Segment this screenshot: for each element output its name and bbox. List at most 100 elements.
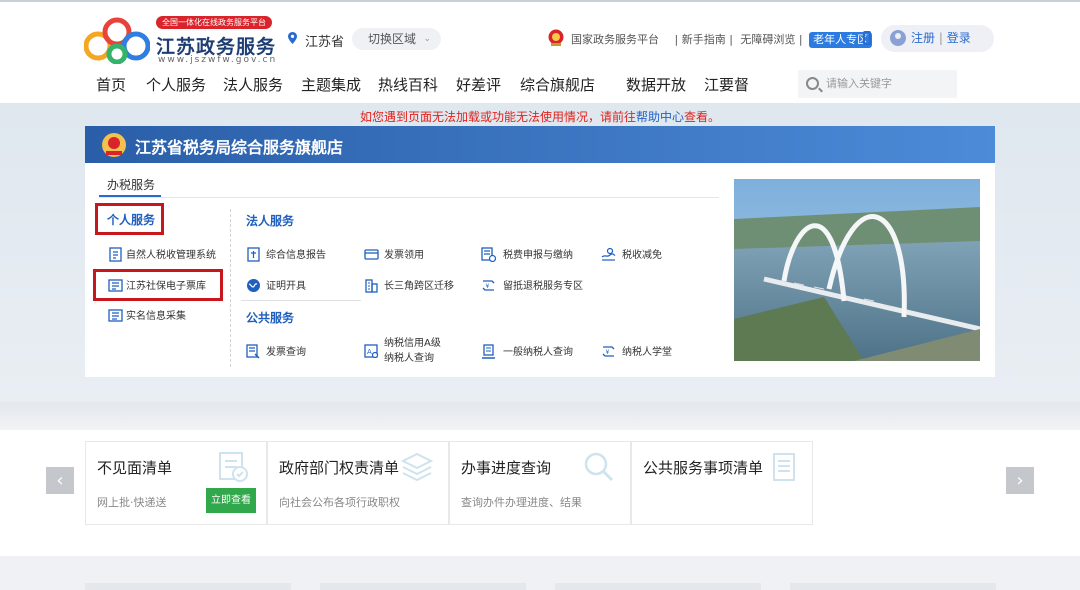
bottom-tile xyxy=(790,583,996,590)
account-box: 注册 | 登录 xyxy=(881,25,994,52)
card-progress-query[interactable]: 办事进度查询 查询办件办理进度、结果 xyxy=(449,441,631,525)
nav-home[interactable]: 首页 xyxy=(96,74,126,95)
column-divider xyxy=(230,209,231,367)
notice-suffix: 查看。 xyxy=(684,110,721,124)
legal-item-yangtze-migration[interactable]: 长三角跨区迁移 xyxy=(384,280,454,294)
account-links: 注册 | 登录 xyxy=(911,25,971,52)
tax-flagship-panel: 江苏省税务局综合服务旗舰店 办税服务 个人服务 自然人税收管理系统 江苏社保电子… xyxy=(85,126,995,377)
card-subtitle: 网上批·快递送 xyxy=(97,496,167,509)
legal-item-invoice-claim[interactable]: 发票领用 xyxy=(384,249,424,263)
page: 全国一体化在线政务服务平台 江苏政务服务 www.jszwfw.gov.cn 江… xyxy=(0,0,1080,590)
panel-header: 江苏省税务局综合服务旗舰店 xyxy=(85,126,995,163)
notice-prefix: 如您遇到页面无法加载或功能无法使用情况，请前往 xyxy=(359,110,636,124)
switch-region-label: 切换区域 xyxy=(368,32,417,46)
search-box[interactable]: 请输入关键字 xyxy=(798,70,957,98)
nav-review[interactable]: 好差评 xyxy=(456,74,501,95)
search-icon[interactable] xyxy=(806,77,819,90)
layers-icon xyxy=(400,452,434,482)
view-now-button[interactable]: 立即查看 xyxy=(206,488,256,513)
declare-pay-icon xyxy=(481,247,496,262)
document-icon xyxy=(109,247,122,262)
form-icon xyxy=(108,309,123,322)
public-item-invoice-query[interactable]: 发票查询 xyxy=(266,346,306,360)
legal-item-info-report[interactable]: 综合信息报告 xyxy=(266,249,326,263)
bottom-tile xyxy=(85,583,291,590)
nav-hotline[interactable]: 热线百科 xyxy=(378,74,438,95)
login-link[interactable]: 登录 xyxy=(947,31,971,45)
carousel-prev-button[interactable]: ‹ xyxy=(46,467,74,494)
mobile-icon[interactable] xyxy=(863,31,871,45)
refund-icon: ¥ xyxy=(482,280,495,291)
nav-themes[interactable]: 主题集成 xyxy=(301,74,361,95)
nav-open-data[interactable]: 数据开放 xyxy=(626,74,686,95)
nav-personal[interactable]: 个人服务 xyxy=(146,74,206,95)
legal-item-declare-pay[interactable]: 税费申报与缴纳 xyxy=(503,249,573,263)
card-subtitle: 查询办件办理进度、结果 xyxy=(461,496,582,509)
classroom-icon: ¥ xyxy=(602,346,615,357)
panel-title: 江苏省税务局综合服务旗舰店 xyxy=(135,138,344,157)
notice-bar: 如您遇到页面无法加载或功能无法使用情况，请前往帮助中心查看。 xyxy=(0,108,1080,125)
personal-item-social-security[interactable]: 江苏社保电子票库 xyxy=(126,280,206,294)
public-services-title: 公共服务 xyxy=(246,311,295,325)
svg-text:¥: ¥ xyxy=(606,349,610,356)
taxpayer-query-icon xyxy=(482,344,495,359)
carousel-next-button[interactable]: › xyxy=(1006,467,1034,494)
legal-item-tax-relief[interactable]: 税收减免 xyxy=(622,249,662,263)
personal-item-realname[interactable]: 实名信息采集 xyxy=(126,310,186,324)
tab-divider xyxy=(99,197,719,198)
bottom-tile xyxy=(320,583,526,590)
register-link[interactable]: 注册 xyxy=(911,31,935,45)
search-placeholder: 请输入关键字 xyxy=(826,77,892,90)
tax-emblem-icon xyxy=(102,133,126,157)
credit-query-icon: A xyxy=(364,344,379,359)
tab-tax-service[interactable]: 办税服务 xyxy=(107,176,155,193)
legal-services-title: 法人服务 xyxy=(246,214,295,228)
card-title: 办事进度查询 xyxy=(461,459,552,477)
current-location: 江苏省 xyxy=(305,35,345,50)
svg-text:¥: ¥ xyxy=(486,283,490,290)
card-subtitle: 向社会公布各项行政职权 xyxy=(279,496,400,509)
logo-icon[interactable] xyxy=(84,16,150,64)
public-item-general-taxpayer[interactable]: 一般纳税人查询 xyxy=(503,346,573,360)
tax-relief-icon xyxy=(601,247,616,261)
public-item-tax-school[interactable]: 纳税人学堂 xyxy=(622,346,672,360)
bridge-photo xyxy=(734,179,980,361)
site-header: 全国一体化在线政务服务平台 江苏政务服务 www.jszwfw.gov.cn 江… xyxy=(0,0,1080,103)
switch-region-dropdown[interactable]: 切换区域 ⌄ xyxy=(352,28,441,50)
legal-item-refund-zone[interactable]: 留抵退税服务专区 xyxy=(503,280,583,294)
chevron-down-icon: ⌄ xyxy=(423,34,431,44)
national-platform-link[interactable]: 国家政务服务平台 xyxy=(571,33,659,47)
nav-supervise[interactable]: 江要督 xyxy=(704,74,749,95)
card-power-list[interactable]: 政府部门权责清单 向社会公布各项行政职权 xyxy=(267,441,449,525)
chevron-down-icon: ⌄ xyxy=(524,74,533,85)
card-no-meet-list[interactable]: 不见面清单 网上批·快递送 立即查看 xyxy=(85,441,267,525)
card-title: 政府部门权责清单 xyxy=(279,459,400,477)
login-separator: | xyxy=(938,31,943,45)
magnifier-icon xyxy=(584,452,614,482)
nav-legal[interactable]: 法人服务 xyxy=(223,74,283,95)
public-item-credit-a-line2[interactable]: 纳税人查询 xyxy=(384,352,434,366)
card-title: 不见面清单 xyxy=(97,459,173,477)
beginner-guide-link[interactable]: | 新手指南 | xyxy=(675,33,733,47)
report-icon xyxy=(247,247,260,262)
national-emblem-icon xyxy=(548,29,564,46)
svg-text:A: A xyxy=(367,348,372,356)
invoice-card-icon xyxy=(364,249,379,260)
section-divider xyxy=(241,300,361,301)
building-icon xyxy=(365,279,378,293)
logo-url: www.jszwfw.gov.cn xyxy=(158,55,278,65)
card-public-service-list[interactable]: 公共服务事项清单 xyxy=(631,441,813,525)
logo-tagline: 全国一体化在线政务服务平台 xyxy=(156,16,272,29)
personal-services-title[interactable]: 个人服务 xyxy=(107,211,155,228)
top-links: 国家政务服务平台 | 新手指南 | 无障碍浏览 | 老年人专区 xyxy=(571,32,873,48)
legal-item-certificate[interactable]: 证明开具 xyxy=(266,280,306,294)
avatar-icon xyxy=(890,30,906,46)
public-item-credit-a[interactable]: 纳税信用A级 xyxy=(384,337,441,351)
accessibility-link[interactable]: 无障碍浏览 | xyxy=(740,33,802,47)
document-list-icon xyxy=(773,453,795,481)
invoice-query-icon xyxy=(246,344,260,359)
bottom-tile xyxy=(555,583,761,590)
help-center-link[interactable]: 帮助中心 xyxy=(636,110,684,124)
personal-item-tax-system[interactable]: 自然人税收管理系统 xyxy=(126,249,216,263)
checklist-icon xyxy=(219,452,248,482)
